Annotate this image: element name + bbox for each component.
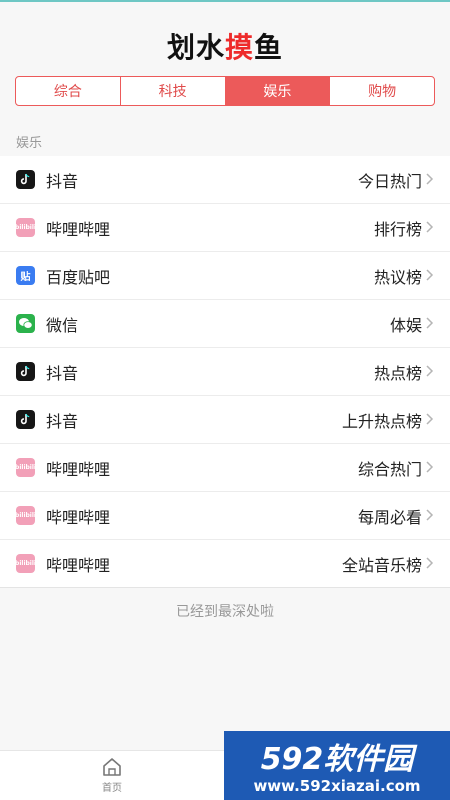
- chevron-right-icon: [426, 557, 434, 569]
- list-item[interactable]: bilibili 哔哩哔哩 综合热门: [0, 444, 450, 492]
- list-item[interactable]: 抖音 今日热门: [0, 156, 450, 204]
- item-name: 百度贴吧: [46, 267, 111, 287]
- section-label: 娱乐: [16, 136, 43, 151]
- chevron-right-icon: [426, 221, 434, 233]
- nav-home-label: 首页: [102, 783, 122, 794]
- chevron-right-icon: [426, 269, 434, 281]
- item-name: 微信: [46, 315, 79, 335]
- item-rank: 排行榜: [373, 219, 422, 239]
- item-name: 抖音: [46, 171, 79, 191]
- title-accent: 摸: [224, 31, 254, 64]
- item-rank: 全站音乐榜: [341, 555, 422, 575]
- chevron-right-icon: [426, 173, 434, 185]
- tieba-icon: 贴: [16, 266, 35, 285]
- item-rank: 综合热门: [357, 459, 422, 479]
- item-rank: 上升热点榜: [341, 411, 422, 431]
- hot-list: 抖音 今日热门 bilibili 哔哩哔哩 排行榜 贴 百度贴吧 热议榜 微信 …: [0, 156, 450, 588]
- bilibili-icon-text: bilibili: [15, 512, 36, 519]
- watermark-line-2: www.592xiazai.com: [253, 777, 420, 795]
- list-item[interactable]: bilibili 哔哩哔哩 全站音乐榜: [0, 540, 450, 588]
- bilibili-icon: bilibili: [15, 218, 36, 237]
- bilibili-icon: bilibili: [15, 506, 36, 525]
- list-item[interactable]: 微信 体娱: [0, 300, 450, 348]
- item-rank: 热议榜: [373, 267, 422, 287]
- watermark-logo: 592软件园 www.592xiazai.com: [224, 731, 450, 800]
- item-name: 抖音: [46, 363, 79, 383]
- list-item[interactable]: bilibili 哔哩哔哩 每周必看: [0, 492, 450, 540]
- item-rank: 体娱: [389, 315, 422, 335]
- chevron-right-icon: [426, 365, 434, 377]
- tab-keji[interactable]: 科技: [121, 77, 226, 105]
- category-tabs: 综合 科技 娱乐 购物: [15, 76, 435, 106]
- title-part-1: 划水: [166, 31, 225, 64]
- item-name: 哔哩哔哩: [46, 507, 111, 527]
- nav-home-button[interactable]: 首页: [88, 757, 136, 799]
- item-name: 哔哩哔哩: [46, 219, 111, 239]
- item-rank: 每周必看: [357, 507, 422, 527]
- home-icon: [103, 758, 121, 776]
- item-rank: 热点榜: [373, 363, 422, 383]
- bilibili-icon: bilibili: [15, 458, 36, 477]
- bilibili-icon-text: bilibili: [15, 464, 36, 471]
- list-item[interactable]: 抖音 上升热点榜: [0, 396, 450, 444]
- bilibili-icon: bilibili: [15, 554, 36, 573]
- item-name: 抖音: [46, 411, 79, 431]
- wechat-icon: [16, 314, 35, 333]
- bilibili-icon-text: bilibili: [15, 224, 36, 231]
- list-item[interactable]: bilibili 哔哩哔哩 排行榜: [0, 204, 450, 252]
- list-item[interactable]: 贴 百度贴吧 热议榜: [0, 252, 450, 300]
- tiktok-icon: [16, 362, 35, 381]
- tieba-icon-text: 贴: [20, 272, 31, 283]
- tiktok-icon: [16, 410, 35, 429]
- tiktok-icon: [16, 170, 35, 189]
- item-rank: 今日热门: [357, 171, 422, 191]
- bilibili-icon-text: bilibili: [15, 560, 36, 567]
- tab-zonghe[interactable]: 综合: [16, 77, 121, 105]
- item-name: 哔哩哔哩: [46, 555, 111, 575]
- chevron-right-icon: [426, 509, 434, 521]
- app-header: 划水摸鱼 综合 科技 娱乐 购物: [0, 2, 450, 114]
- watermark-line-1: 592软件园: [261, 742, 419, 777]
- chevron-right-icon: [426, 413, 434, 425]
- chevron-right-icon: [426, 461, 434, 473]
- chevron-right-icon: [426, 317, 434, 329]
- app-title: 划水摸鱼: [0, 26, 450, 66]
- end-of-list-note: 已经到最深处啦: [176, 604, 274, 620]
- list-item[interactable]: 抖音 热点榜: [0, 348, 450, 396]
- tab-yule[interactable]: 娱乐: [225, 77, 331, 105]
- item-name: 哔哩哔哩: [46, 459, 111, 479]
- title-part-2: 鱼: [254, 31, 284, 64]
- tab-gouwu[interactable]: 购物: [330, 77, 434, 105]
